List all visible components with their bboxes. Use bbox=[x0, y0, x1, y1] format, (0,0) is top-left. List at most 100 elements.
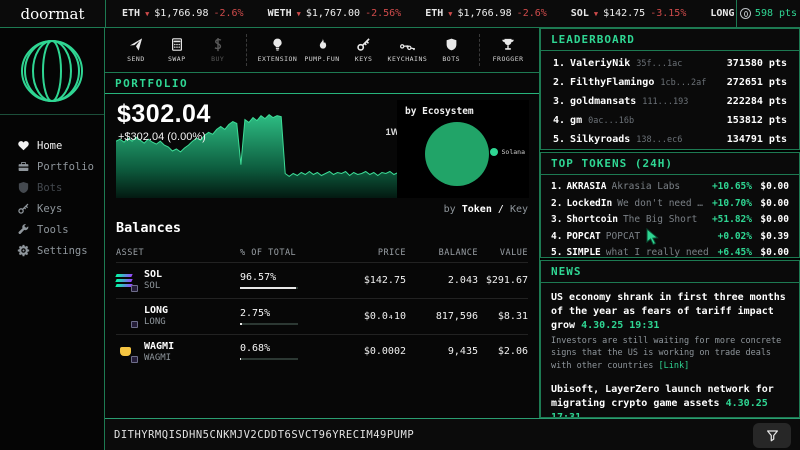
sidebar-item-home[interactable]: Home bbox=[17, 135, 104, 156]
keychains-button[interactable]: KEYCHAINS bbox=[388, 37, 428, 63]
sidebar-item-tools[interactable]: Tools bbox=[17, 219, 104, 240]
sidebar: Home Portfolio Bots Keys Tools Settings bbox=[0, 28, 105, 450]
pct-of-total: 0.68% bbox=[240, 343, 270, 354]
long-token-icon bbox=[116, 307, 135, 326]
pct-bar bbox=[240, 287, 298, 289]
price-ticker: ETH▼$1,766.98-2.6% WETH▼$1,767.00-2.56% … bbox=[105, 0, 736, 27]
bots-button[interactable]: BOTS bbox=[434, 37, 468, 63]
heart-icon bbox=[17, 139, 30, 152]
chain-badge-icon bbox=[131, 285, 138, 292]
leaderboard-row[interactable]: 3.goldmansats111...193222284 pts bbox=[553, 96, 787, 115]
main-panel: SEND SWAP BUY EXTENSION PUMP.FUN KEYS KE… bbox=[105, 28, 540, 418]
ecosystem-pie-chart[interactable] bbox=[425, 122, 489, 186]
pct-of-total: 2.75% bbox=[240, 308, 270, 319]
balances-view-toggle[interactable]: by Token / Key bbox=[444, 204, 528, 215]
top-tokens-panel: TOP TOKENS (24H) 1.AKRASIAAkrasia Labs+1… bbox=[540, 152, 800, 258]
col-price: PRICE bbox=[340, 244, 406, 263]
legend-dot-solana bbox=[490, 148, 498, 156]
sidebar-item-bots[interactable]: Bots bbox=[17, 177, 104, 198]
chain-badge-icon bbox=[131, 321, 138, 328]
portfolio-change: +$302.04 (0.00%) bbox=[118, 131, 206, 143]
briefcase-icon bbox=[17, 160, 30, 173]
points-badge[interactable]: 598 pts bbox=[736, 0, 800, 27]
balances-header-row: ASSET % OF TOTAL PRICE BALANCE VALUE bbox=[116, 244, 528, 263]
funnel-icon bbox=[766, 429, 779, 442]
down-arrow-icon: ▼ bbox=[145, 10, 149, 18]
leaderboard-row[interactable]: 1.ValeriyNik35f...1ac371580 pts bbox=[553, 58, 787, 77]
pct-bar bbox=[240, 323, 298, 325]
sidebar-item-portfolio[interactable]: Portfolio bbox=[17, 156, 104, 177]
filter-button[interactable] bbox=[753, 423, 791, 448]
flame-icon bbox=[316, 37, 329, 52]
top-token-row[interactable]: 2.LockedInWe don't need a job+10.70%$0.0… bbox=[551, 198, 789, 215]
news-item[interactable]: US economy shrank in first three months … bbox=[551, 291, 789, 372]
wagmi-token-icon bbox=[116, 342, 135, 361]
wrench-icon bbox=[17, 223, 30, 236]
balance-row-long[interactable]: LONGLONG 2.75% $0.0₄10 817,596 $8.31 bbox=[116, 298, 528, 334]
lightbulb-icon bbox=[271, 37, 284, 52]
price-cell: $0.0₄10 bbox=[340, 298, 406, 334]
sidebar-item-settings[interactable]: Settings bbox=[17, 240, 104, 261]
sidebar-item-label: Settings bbox=[37, 245, 88, 257]
buy-button[interactable]: BUY bbox=[201, 37, 235, 63]
balance-cell: 817,596 bbox=[406, 298, 478, 334]
ecosystem-legend: Solana bbox=[490, 148, 525, 156]
toggle-key-option[interactable]: Key bbox=[510, 204, 528, 215]
points-label: 598 pts bbox=[755, 8, 797, 19]
leaderboard-row[interactable]: 4.gm0ac...16b153812 pts bbox=[553, 115, 787, 134]
keys-button[interactable]: KEYS bbox=[347, 37, 381, 63]
shield-icon bbox=[17, 181, 30, 194]
points-coin-icon bbox=[740, 8, 751, 19]
leaderboard-panel: LEADERBOARD 1.ValeriyNik35f...1ac371580 … bbox=[540, 28, 800, 150]
send-button[interactable]: SEND bbox=[119, 37, 153, 63]
col-pct: % OF TOTAL bbox=[240, 244, 340, 263]
sidebar-item-label: Tools bbox=[37, 224, 69, 236]
ticker-item[interactable]: ETH▼$1,766.98-2.6% bbox=[122, 8, 244, 19]
calculator-icon bbox=[170, 37, 184, 52]
balance-row-sol[interactable]: SOLSOL 96.57% $142.75 2.043 $291.67 bbox=[116, 263, 528, 299]
balance-cell: 2.043 bbox=[406, 263, 478, 299]
leaderboard-row[interactable]: 5.Silkyroads138...ec6134791 pts bbox=[553, 134, 787, 153]
contract-address[interactable]: DITHYRMQISDHN5CNKMJV2CDDT6SVCT96YRECIM49… bbox=[114, 429, 414, 441]
portfolio-chart: $302.04 +$302.04 (0.00%) 1W 1M 1Y ALL bbox=[116, 100, 402, 198]
app-logo: doormat bbox=[0, 0, 105, 27]
leaderboard-row[interactable]: 2.FilthyFlamingo1cb...2af272651 pts bbox=[553, 77, 787, 96]
swap-button[interactable]: SWAP bbox=[160, 37, 194, 63]
sidebar-item-label: Bots bbox=[37, 182, 62, 194]
col-balance: BALANCE bbox=[406, 244, 478, 263]
price-cell: $0.0002 bbox=[340, 334, 406, 369]
news-datetime: 4.30.25 19:31 bbox=[581, 320, 659, 331]
news-link[interactable]: [Link] bbox=[658, 361, 689, 371]
frogger-button[interactable]: FROGGER bbox=[491, 37, 525, 63]
down-arrow-icon: ▼ bbox=[448, 10, 452, 18]
pumpfun-button[interactable]: PUMP.FUN bbox=[304, 37, 339, 63]
key-icon bbox=[17, 202, 30, 215]
toggle-token-option[interactable]: Token bbox=[462, 204, 492, 215]
sol-token-icon bbox=[116, 271, 135, 290]
col-asset: ASSET bbox=[116, 244, 240, 263]
balances-table: ASSET % OF TOTAL PRICE BALANCE VALUE SOL… bbox=[116, 244, 528, 369]
portfolio-value: $302.04 bbox=[117, 100, 211, 129]
top-tokens-title: TOP TOKENS (24H) bbox=[541, 153, 799, 175]
balance-row-wagmi[interactable]: WAGMIWAGMI 0.68% $0.0002 9,435 $2.06 bbox=[116, 334, 528, 369]
extension-button[interactable]: EXTENSION bbox=[258, 37, 298, 63]
doormat-globe-logo bbox=[19, 38, 85, 104]
chain-badge-icon bbox=[131, 356, 138, 363]
ecosystem-panel: by Ecosystem Solana bbox=[397, 100, 529, 198]
ticker-item[interactable]: SOL▼$142.75-3.15% bbox=[571, 8, 687, 19]
top-token-row[interactable]: 1.AKRASIAAkrasia Labs+10.65%$0.00 bbox=[551, 181, 789, 198]
dollar-icon bbox=[213, 37, 223, 52]
top-token-row[interactable]: 3.ShortcoinThe Big Short+51.82%$0.00 bbox=[551, 214, 789, 231]
gear-icon bbox=[17, 244, 30, 257]
value-cell: $291.67 bbox=[478, 263, 528, 299]
col-value: VALUE bbox=[478, 244, 528, 263]
sidebar-item-keys[interactable]: Keys bbox=[17, 198, 104, 219]
ticker-item[interactable]: WETH▼$1,767.00-2.56% bbox=[268, 8, 402, 19]
top-token-row[interactable]: 4.POPCATPOPCAT+0.02%$0.39 bbox=[551, 231, 789, 248]
action-toolbar: SEND SWAP BUY EXTENSION PUMP.FUN KEYS KE… bbox=[105, 28, 539, 73]
sidebar-item-label: Keys bbox=[37, 203, 62, 215]
news-item[interactable]: Ubisoft, LayerZero launch network for mi… bbox=[551, 383, 789, 418]
ticker-item[interactable]: ETH▼$1,766.98-2.6% bbox=[425, 8, 547, 19]
ticker-item[interactable]: LONG$0.00001016 bbox=[710, 8, 736, 19]
news-title: NEWS bbox=[541, 261, 799, 283]
